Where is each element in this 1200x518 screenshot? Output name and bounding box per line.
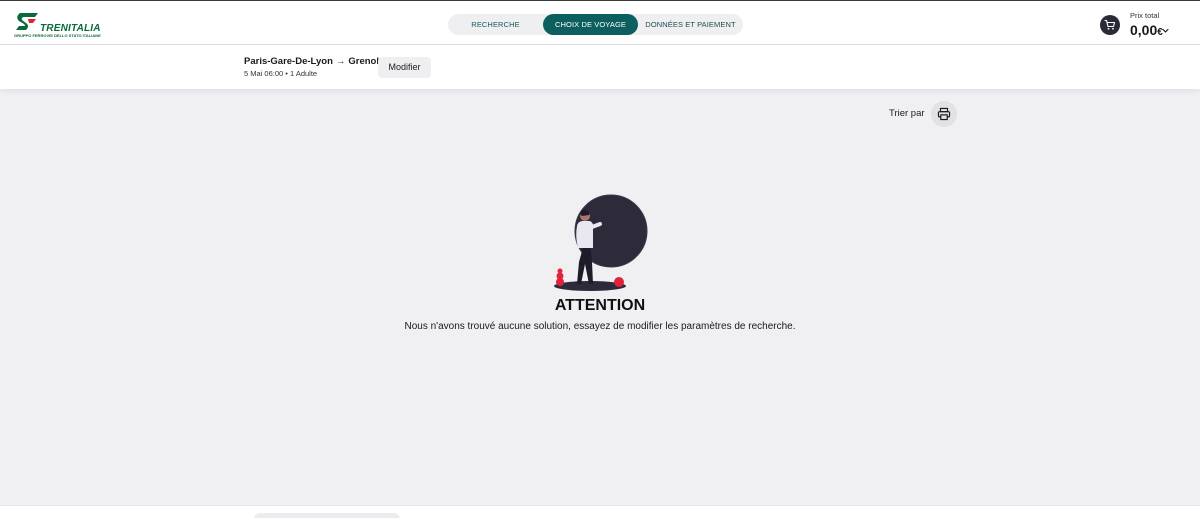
- trip-summary-bar: Paris-Gare-De-Lyon → Grenoble 5 Mai 06:00 …: [0, 45, 1200, 89]
- cart-button[interactable]: [1100, 15, 1120, 35]
- trip-origin: Paris-Gare-De-Lyon: [244, 56, 333, 67]
- print-button[interactable]: [931, 101, 957, 127]
- sort-by-button[interactable]: Trier par: [889, 108, 925, 119]
- step-donnees-et-paiement[interactable]: DONNÉES ET PAIEMENT: [638, 14, 743, 35]
- trip-meta: 5 Mai 06:00 • 1 Adulte: [244, 69, 318, 78]
- bottom-pill[interactable]: [254, 513, 400, 518]
- route-arrow-icon: →: [335, 56, 346, 67]
- top-bar: TRENITALIA GRUPPO FERROVIE DELLO STATO I…: [0, 0, 1200, 45]
- empty-state-title: ATTENTION: [554, 297, 646, 314]
- total-price-value[interactable]: 0,00€: [1130, 22, 1163, 38]
- trip-route: Paris-Gare-De-Lyon → Grenoble: [244, 56, 390, 67]
- booking-stepper: RECHERCHE CHOIX DE VOYAGE DONNÉES ET PAI…: [448, 14, 743, 35]
- cart-icon: [1104, 19, 1116, 30]
- modify-search-button[interactable]: Modifier: [378, 57, 431, 78]
- step-choix-de-voyage[interactable]: CHOIX DE VOYAGE: [543, 14, 638, 35]
- bottom-panel: [0, 505, 1200, 518]
- total-price-label: Prix total: [1130, 11, 1160, 20]
- chevron-down-icon[interactable]: [1162, 28, 1169, 33]
- no-results-illustration: [554, 194, 648, 291]
- trenitalia-logo[interactable]: TRENITALIA GRUPPO FERROVIE DELLO STATO I…: [14, 10, 104, 40]
- printer-icon: [937, 107, 951, 121]
- logo-mark-icon: [16, 13, 38, 30]
- logo-tagline: GRUPPO FERROVIE DELLO STATO ITALIANE: [14, 33, 101, 38]
- total-price-amount: 0,00: [1130, 22, 1158, 38]
- empty-state-message: Nous n'avons trouvé aucune solution, ess…: [404, 321, 796, 332]
- step-recherche[interactable]: RECHERCHE: [448, 14, 543, 35]
